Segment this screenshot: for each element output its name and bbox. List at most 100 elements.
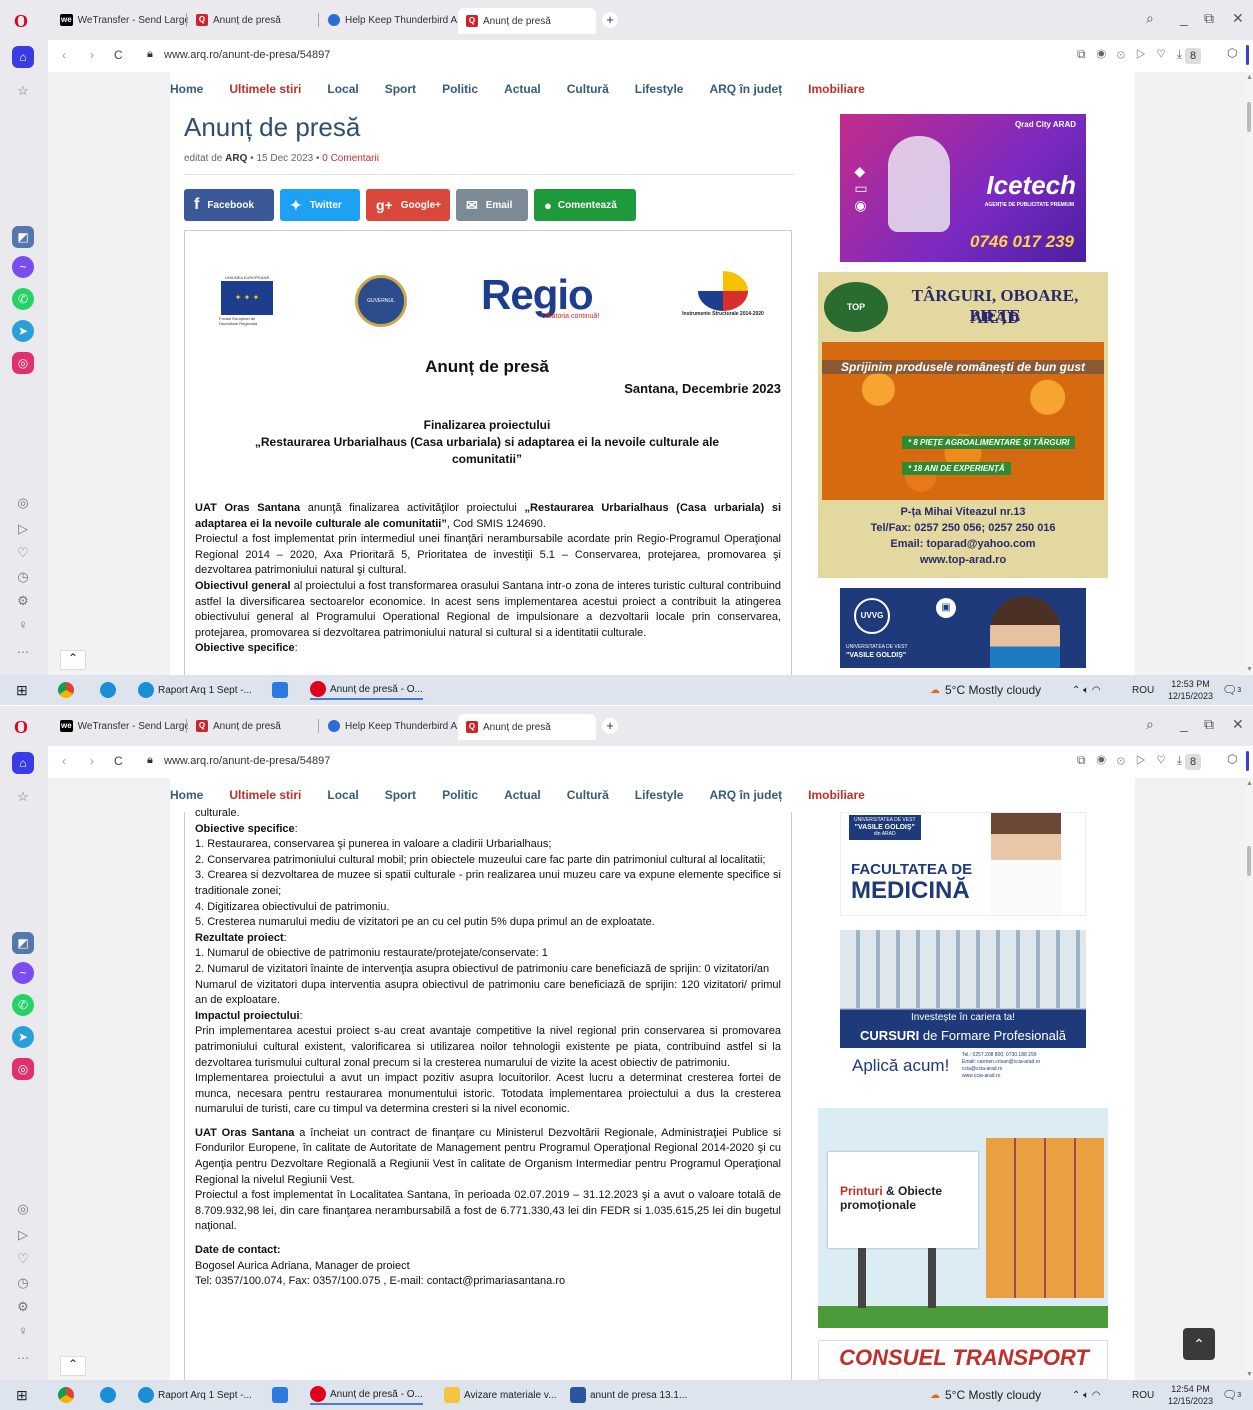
minimize-button[interactable]: _: [1180, 716, 1188, 732]
player-icon[interactable]: ▷: [12, 1224, 34, 1246]
nav-sport[interactable]: Sport: [385, 82, 416, 96]
aria-icon[interactable]: ◩: [12, 226, 34, 248]
edge-taskbar-icon[interactable]: [100, 1385, 120, 1405]
opera-logo-icon[interactable]: O: [14, 11, 28, 32]
nav-local[interactable]: Local: [327, 788, 358, 802]
home-icon[interactable]: ⌂: [12, 752, 34, 774]
player-icon[interactable]: ▷: [12, 518, 34, 540]
ad-printuri[interactable]: Printuri & Obiecte promoționale: [818, 1108, 1108, 1328]
byline-author[interactable]: ARQ: [225, 153, 247, 164]
profile-badge[interactable]: 8: [1185, 48, 1201, 64]
instagram-icon[interactable]: ◎: [12, 1058, 34, 1080]
ad-ccia[interactable]: Investește în cariera ta! CURSURI de For…: [840, 930, 1086, 1096]
whatsapp-icon[interactable]: ✆: [12, 994, 34, 1016]
scrollbar[interactable]: ▲ ▼: [1245, 72, 1253, 675]
new-tab-button[interactable]: +: [602, 12, 618, 28]
back-icon[interactable]: ‹: [62, 48, 66, 62]
nav-lifestyle[interactable]: Lifestyle: [635, 82, 684, 96]
profile-badge[interactable]: 8: [1185, 754, 1201, 770]
star-icon[interactable]: ☆: [12, 80, 34, 102]
nav-imobiliare[interactable]: Imobiliare: [808, 82, 865, 96]
nav-arq-judet[interactable]: ARQ în județ: [709, 788, 782, 802]
share-google-button[interactable]: g+ Google+: [366, 189, 450, 221]
nav-cultura[interactable]: Cultură: [567, 82, 609, 96]
language-indicator[interactable]: ROU: [1132, 680, 1154, 700]
back-icon[interactable]: ‹: [62, 754, 66, 768]
nav-ultimele-stiri[interactable]: Ultimele stiri: [229, 82, 301, 96]
nav-imobiliare[interactable]: Imobiliare: [808, 788, 865, 802]
taskbar-item-raport[interactable]: Raport Arq 1 Sept -...: [138, 680, 252, 700]
collapse-up-button[interactable]: ⌃: [60, 650, 86, 670]
chrome-taskbar-icon[interactable]: [58, 680, 78, 700]
home-icon[interactable]: ⌂: [12, 46, 34, 68]
nav-cultura[interactable]: Cultură: [567, 788, 609, 802]
tab-anunt-active[interactable]: Q Anunț de presă: [458, 8, 596, 34]
scroll-to-top-button[interactable]: ⌃: [1183, 1328, 1215, 1360]
windows-start-icon[interactable]: ⊞: [16, 1385, 28, 1405]
system-clock[interactable]: 12:53 PM 12/15/2023: [1168, 678, 1213, 702]
close-button[interactable]: ✕: [1232, 10, 1244, 27]
tab-thunderbird[interactable]: Help Keep Thunderbird A: [320, 714, 458, 738]
whatsapp-icon[interactable]: ✆: [12, 288, 34, 310]
history-icon[interactable]: ◷: [12, 566, 34, 588]
taskbar-item-raport[interactable]: Raport Arq 1 Sept -...: [138, 1385, 252, 1405]
url-field[interactable]: www.arq.ro/anunt-de-presa/54897: [164, 755, 330, 767]
windows-start-icon[interactable]: ⊞: [16, 680, 28, 700]
sidebar-toggle[interactable]: [1246, 45, 1249, 65]
ad-uvvg-top[interactable]: UVVG UNIVERSITATEA DE VEST "VASILE GOLDI…: [840, 588, 1086, 668]
instagram-icon[interactable]: ◎: [12, 352, 34, 374]
settings-icon[interactable]: ⚙: [12, 590, 34, 612]
scrollbar[interactable]: ▲ ▼: [1245, 778, 1253, 1380]
weather-widget[interactable]: ☁ 5°C Mostly cloudy: [930, 1385, 1041, 1405]
telegram-icon[interactable]: ➤: [12, 320, 34, 342]
more-icon[interactable]: …: [12, 638, 34, 660]
history-icon[interactable]: ◷: [12, 1272, 34, 1294]
tab-wetransfer[interactable]: we WeTransfer - Send Large F: [52, 8, 188, 32]
nav-local[interactable]: Local: [327, 82, 358, 96]
ad-consuel[interactable]: CONSUEL TRANSPORT: [818, 1340, 1108, 1380]
restore-button[interactable]: ⧉: [1204, 716, 1214, 733]
messenger-icon[interactable]: ~: [12, 962, 34, 984]
tray-icons[interactable]: ⌃ 🔈︎ ◠: [1072, 680, 1101, 700]
nav-actual[interactable]: Actual: [504, 82, 541, 96]
nav-actual[interactable]: Actual: [504, 788, 541, 802]
url-field[interactable]: www.arq.ro/anunt-de-presa/54897: [164, 49, 330, 61]
new-tab-button[interactable]: +: [602, 718, 618, 734]
vscode-taskbar-icon[interactable]: [272, 1385, 292, 1405]
share-email-button[interactable]: ✉ Email: [456, 189, 528, 221]
sidebar-toggle[interactable]: [1246, 751, 1249, 771]
tab-anunt-active[interactable]: Q Anunț de presă: [458, 714, 596, 740]
reload-icon[interactable]: C: [114, 48, 123, 62]
search-tabs-icon[interactable]: ⌕: [1146, 716, 1154, 733]
settings-icon[interactable]: ⚙: [12, 1296, 34, 1318]
ad-top-arad[interactable]: TOP TÂRGURI, OBOARE, PIEȚE ARAD Sprijini…: [818, 272, 1108, 578]
nav-politic[interactable]: Politic: [442, 82, 478, 96]
tips-icon[interactable]: ♀: [12, 614, 34, 636]
tab-thunderbird[interactable]: Help Keep Thunderbird A: [320, 8, 458, 32]
comments-link[interactable]: 0 Comentarii: [322, 153, 379, 164]
taskbar-item-anunt[interactable]: Anunț de presă - O...: [310, 680, 423, 700]
forward-icon[interactable]: ›: [90, 754, 94, 768]
notifications-icon[interactable]: 🗨︎ 3: [1222, 680, 1241, 700]
speed-icon[interactable]: ◎: [12, 492, 34, 514]
telegram-icon[interactable]: ➤: [12, 1026, 34, 1048]
comment-button[interactable]: ● Comentează: [534, 189, 636, 221]
speed-icon[interactable]: ◎: [12, 1198, 34, 1220]
close-button[interactable]: ✕: [1232, 716, 1244, 733]
nav-home[interactable]: Home: [170, 788, 203, 802]
extensions-icon[interactable]: ⬡: [1227, 46, 1245, 64]
nav-home[interactable]: Home: [170, 82, 203, 96]
messenger-icon[interactable]: ~: [12, 256, 34, 278]
taskbar-item-anunt[interactable]: Anunț de presă - O...: [310, 1385, 423, 1405]
more-icon[interactable]: …: [12, 1344, 34, 1366]
heart-icon[interactable]: ♡: [12, 1248, 34, 1270]
star-icon[interactable]: ☆: [12, 786, 34, 808]
notifications-icon[interactable]: 🗨︎ 3: [1222, 1385, 1241, 1405]
vscode-taskbar-icon[interactable]: [272, 680, 292, 700]
tab-anunt-1[interactable]: Q Anunț de presă: [188, 714, 318, 738]
ad-uvvg-bottom[interactable]: UNIVERSITATEA DE VEST "VASILE GOLDIȘ" din …: [840, 812, 1086, 916]
taskbar-item-avizare[interactable]: Avizare materiale v...: [444, 1385, 556, 1405]
forward-icon[interactable]: ›: [90, 48, 94, 62]
edge-taskbar-icon[interactable]: [100, 680, 120, 700]
system-clock[interactable]: 12:54 PM 12/15/2023: [1168, 1383, 1213, 1407]
